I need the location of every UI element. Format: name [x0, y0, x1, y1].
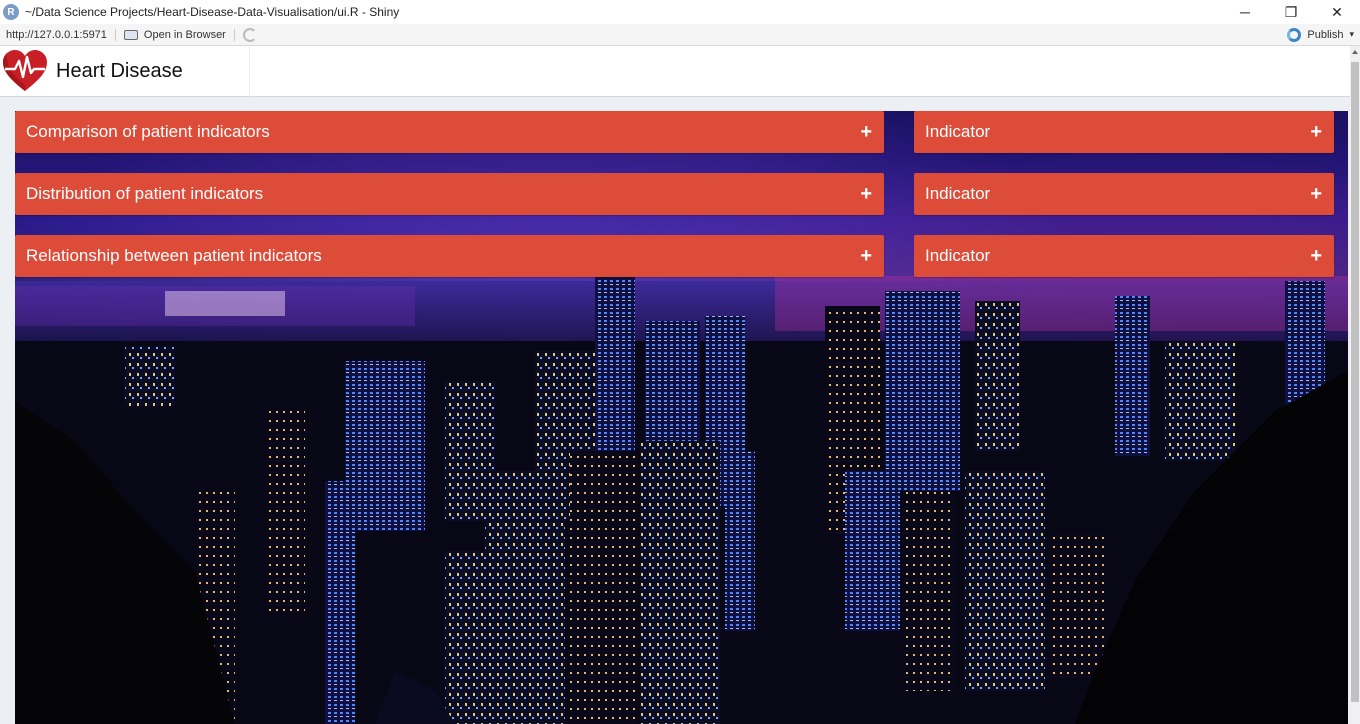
vertical-scrollbar[interactable]: [1350, 46, 1360, 724]
scroll-up-icon[interactable]: [1352, 50, 1358, 54]
close-button[interactable]: ✕: [1314, 0, 1360, 24]
box-title: Indicator: [925, 122, 991, 141]
box-indicator-1[interactable]: Indicator +: [914, 111, 1334, 153]
r-app-icon: R: [3, 4, 19, 20]
expand-plus-icon[interactable]: +: [1310, 184, 1322, 204]
minimize-button[interactable]: ─: [1222, 0, 1268, 24]
window-controls: ─ ❐ ✕: [1222, 0, 1360, 24]
url-label: http://127.0.0.1:5971: [0, 28, 116, 41]
app-header: Heart Disease: [0, 45, 1350, 97]
box-comparison[interactable]: Comparison of patient indicators +: [15, 111, 884, 153]
box-title: Indicator: [925, 246, 991, 265]
scrollbar-thumb[interactable]: [1351, 62, 1359, 702]
open-in-browser-button[interactable]: Open in Browser: [116, 28, 235, 41]
box-title: Distribution of patient indicators: [26, 184, 264, 203]
open-in-browser-label: Open in Browser: [143, 28, 226, 41]
restore-button[interactable]: ❐: [1268, 0, 1314, 24]
dashboard-body: Comparison of patient indicators + Distr…: [15, 111, 1348, 724]
box-relationship[interactable]: Relationship between patient indicators …: [15, 235, 884, 277]
box-title: Comparison of patient indicators: [26, 122, 270, 141]
viewer-toolbar: http://127.0.0.1:5971 Open in Browser Pu…: [0, 24, 1360, 46]
publish-icon: [1287, 27, 1302, 42]
publish-button[interactable]: Publish ▾: [1287, 27, 1360, 42]
box-title: Indicator: [925, 184, 991, 203]
box-indicator-2[interactable]: Indicator +: [914, 173, 1334, 215]
chevron-down-icon[interactable]: ▾: [1349, 29, 1354, 40]
window-title: ~/Data Science Projects/Heart-Disease-Da…: [25, 5, 400, 19]
box-distribution[interactable]: Distribution of patient indicators +: [15, 173, 884, 215]
window-titlebar: R ~/Data Science Projects/Heart-Disease-…: [0, 0, 1360, 24]
expand-plus-icon[interactable]: +: [860, 122, 872, 142]
box-title: Relationship between patient indicators: [26, 246, 322, 265]
publish-label: Publish: [1307, 28, 1344, 41]
browser-window-icon: [123, 29, 138, 40]
expand-plus-icon[interactable]: +: [860, 246, 872, 266]
expand-plus-icon[interactable]: +: [1310, 246, 1322, 266]
expand-plus-icon[interactable]: +: [860, 184, 872, 204]
app-title: Heart Disease: [56, 59, 183, 82]
box-indicator-3[interactable]: Indicator +: [914, 235, 1334, 277]
expand-plus-icon[interactable]: +: [1310, 122, 1322, 142]
brand[interactable]: Heart Disease: [0, 45, 250, 97]
heart-pulse-icon: [0, 47, 50, 95]
refresh-icon[interactable]: [242, 27, 257, 42]
